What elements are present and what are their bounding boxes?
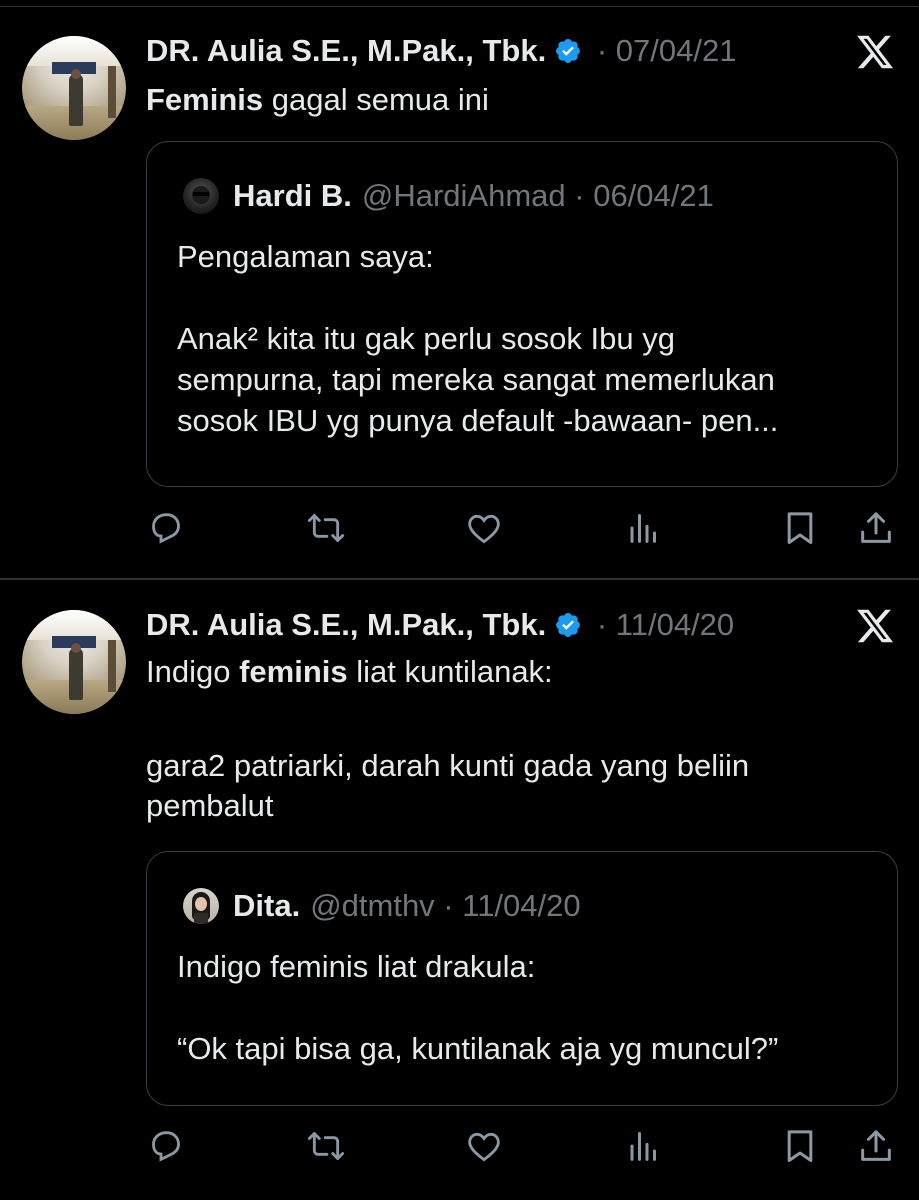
tweet-header: DR. Aulia S.E., M.Pak., Tbk. · 11/04/20 <box>146 605 734 645</box>
verified-badge-icon <box>556 612 581 637</box>
share-button[interactable] <box>856 1126 896 1166</box>
reply-icon <box>152 1131 180 1162</box>
retweet-icon <box>307 514 345 542</box>
tweet-date[interactable]: · 07/04/21 <box>588 33 737 68</box>
reply-icon <box>152 513 180 544</box>
quoted-text: Pengalaman saya: Anak² kita itu gak perl… <box>177 239 779 438</box>
like-icon <box>468 1132 500 1162</box>
share-button[interactable] <box>856 508 896 548</box>
tweet-date[interactable]: · 11/04/20 <box>588 607 734 642</box>
tweet-text-continued: gara2 patriarki, darah kunti gada yang b… <box>146 748 750 823</box>
quoted-header: Dita. @dtmthv · 11/04/20 <box>233 886 581 926</box>
author-name[interactable]: DR. Aulia S.E., M.Pak., Tbk. <box>146 33 546 68</box>
tweet-text-bold: Feminis <box>146 82 264 117</box>
quoted-handle[interactable]: @dtmthv · 11/04/20 <box>310 888 580 923</box>
tweet[interactable]: DR. Aulia S.E., M.Pak., Tbk. · 11/04/20 … <box>0 580 919 1200</box>
x-logo-icon[interactable] <box>855 32 895 72</box>
like-icon <box>468 514 500 544</box>
quoted-author-name[interactable]: Dita. <box>233 888 300 923</box>
x-logo-icon[interactable] <box>855 606 895 646</box>
author-name[interactable]: DR. Aulia S.E., M.Pak., Tbk. <box>146 607 546 642</box>
verified-badge-icon <box>556 38 581 63</box>
retweet-button[interactable] <box>306 1126 346 1166</box>
quoted-handle[interactable]: @HardiAhmad · 06/04/21 <box>362 178 714 213</box>
tweet-text-pre: Indigo <box>146 654 240 689</box>
views-button[interactable] <box>622 1126 662 1166</box>
like-button[interactable] <box>464 508 504 548</box>
quoted-avatar[interactable] <box>183 178 219 214</box>
reply-button[interactable] <box>146 1126 186 1166</box>
retweet-icon <box>307 1132 345 1160</box>
quoted-avatar[interactable] <box>183 888 219 924</box>
share-icon <box>861 512 891 543</box>
avatar[interactable] <box>22 36 126 140</box>
tweet-header: DR. Aulia S.E., M.Pak., Tbk. · 07/04/21 <box>146 31 736 71</box>
tweet-actions <box>0 508 919 548</box>
bookmark-icon <box>787 1130 813 1162</box>
quoted-tweet[interactable]: Dita. @dtmthv · 11/04/20 Indigo feminis l… <box>146 851 898 1106</box>
views-icon <box>630 1132 656 1161</box>
bookmark-icon <box>787 512 813 544</box>
reply-button[interactable] <box>146 508 186 548</box>
like-button[interactable] <box>464 1126 504 1166</box>
bookmark-button[interactable] <box>780 1126 820 1166</box>
tweet-text-rest: gagal semua ini <box>263 82 489 117</box>
share-icon <box>861 1130 891 1161</box>
quoted-header: Hardi B. @HardiAhmad · 06/04/21 <box>233 176 714 216</box>
retweet-button[interactable] <box>306 508 346 548</box>
views-button[interactable] <box>622 508 662 548</box>
tweet[interactable]: DR. Aulia S.E., M.Pak., Tbk. · 07/04/21 … <box>0 0 919 579</box>
quoted-tweet[interactable]: Hardi B. @HardiAhmad · 06/04/21 Pengalama… <box>146 141 898 487</box>
tweet-text-bold: feminis <box>239 654 348 689</box>
tweet-text: Feminis gagal semua ini <box>146 80 489 120</box>
tweet-text-post: liat kuntilanak: <box>347 654 553 689</box>
views-icon <box>630 514 656 543</box>
quoted-text: Indigo feminis liat drakula: “Ok tapi bi… <box>177 949 779 1066</box>
quoted-author-name[interactable]: Hardi B. <box>233 178 352 213</box>
bookmark-button[interactable] <box>780 508 820 548</box>
tweet-text: Indigo feminis liat kuntilanak: <box>146 652 553 692</box>
avatar[interactable] <box>22 610 126 714</box>
tweet-actions <box>0 1126 919 1166</box>
